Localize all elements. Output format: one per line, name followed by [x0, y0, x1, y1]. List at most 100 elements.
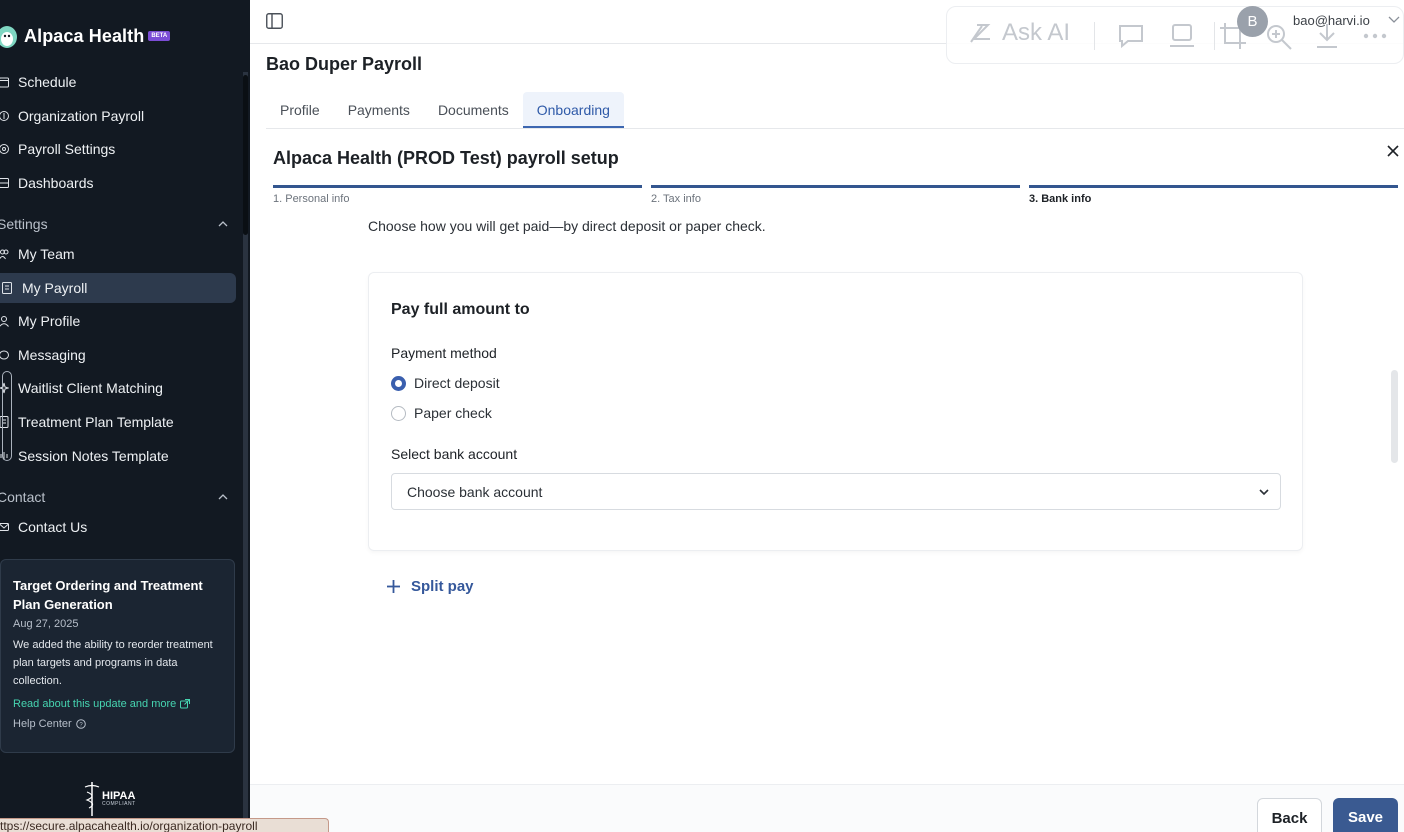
brand-name: Alpaca Health	[24, 25, 145, 46]
update-card: Target Ordering and Treatment Plan Gener…	[0, 559, 235, 753]
zoom-in-icon[interactable]	[1265, 22, 1293, 50]
sidebar-item-schedule[interactable]: Schedule	[0, 67, 236, 97]
chevron-down-icon	[1259, 489, 1269, 496]
sidebar-item-session-notes-template[interactable]: Session Notes Template	[0, 441, 236, 471]
tab-onboarding[interactable]: Onboarding	[522, 92, 624, 128]
update-date: Aug 27, 2025	[13, 618, 79, 630]
sidebar-item-label: My Profile	[18, 313, 81, 329]
toolbar-divider	[1214, 22, 1215, 50]
mail-icon	[0, 523, 9, 531]
split-pay-button[interactable]: Split pay	[386, 578, 474, 595]
sidebar-item-label: Payroll Settings	[18, 141, 116, 157]
main-scrollbar-thumb[interactable]	[1391, 370, 1398, 463]
dashboard-icon	[0, 178, 9, 188]
hipaa-title: HIPAA	[102, 790, 136, 802]
sidebar-scroll-indicator[interactable]	[2, 371, 12, 461]
question-circle-icon: ?	[75, 719, 86, 729]
bank-account-select[interactable]: Choose bank account	[391, 473, 1281, 510]
instruction-text: Choose how you will get paid—by direct d…	[368, 218, 766, 234]
sidebar-item-label: My Payroll	[22, 280, 88, 296]
tab-payments[interactable]: Payments	[334, 92, 424, 128]
sidebar-item-organization-payroll[interactable]: Organization Payroll	[0, 101, 236, 131]
sidebar-item-label: Treatment Plan Template	[18, 414, 174, 430]
sidebar-item-my-team[interactable]: My Team	[0, 239, 236, 269]
radio-label: Paper check	[414, 405, 492, 421]
contact-section-header[interactable]: Contact	[0, 487, 236, 507]
radio-paper-check[interactable]: Paper check	[391, 405, 492, 421]
help-center-label: Help Center	[13, 718, 72, 730]
hipaa-subtitle: COMPLIANT	[102, 801, 136, 807]
chevron-up-icon	[218, 494, 228, 500]
chevron-up-icon	[218, 221, 228, 227]
sidebar-item-label: Contact Us	[18, 519, 88, 535]
tab-documents[interactable]: Documents	[424, 92, 523, 128]
comment-icon[interactable]	[1117, 22, 1145, 50]
receipt-icon	[2, 282, 12, 294]
chevron-down-icon[interactable]	[1388, 16, 1400, 24]
radio-button[interactable]	[391, 405, 406, 421]
hipaa-badge: HIPAA COMPLIANT	[84, 782, 136, 816]
sidebar-scrollbar-thumb[interactable]	[243, 75, 248, 235]
laptop-icon[interactable]	[1168, 22, 1196, 50]
user-avatar[interactable]: B	[1237, 6, 1268, 37]
step-label: 2. Tax info	[651, 193, 701, 205]
step-bank-info: 3. Bank info	[1029, 185, 1398, 205]
beta-badge: BETA	[148, 31, 171, 41]
chat-icon	[0, 350, 9, 360]
radio-button-selected[interactable]	[391, 375, 406, 391]
payment-method-label: Payment method	[391, 345, 497, 361]
external-link-icon	[180, 699, 191, 709]
payment-card: Pay full amount to Payment method Direct…	[368, 272, 1303, 551]
save-button[interactable]: Save	[1333, 798, 1398, 832]
update-link-label: Read about this update and more	[13, 698, 177, 710]
tab-bar: Profile Payments Documents Onboarding	[266, 92, 624, 128]
footer-bar	[250, 784, 1404, 832]
sidebar-item-treatment-plan-template[interactable]: Treatment Plan Template	[0, 407, 236, 437]
sidebar-item-waitlist-client-matching[interactable]: Waitlist Client Matching	[0, 373, 236, 403]
step-label: 3. Bank info	[1029, 193, 1092, 205]
settings-icon	[0, 144, 9, 154]
payroll-icon	[0, 111, 9, 121]
step-tax-info: 2. Tax info	[651, 185, 1020, 205]
sidebar-item-contact-us[interactable]: Contact Us	[0, 512, 236, 542]
bank-account-label: Select bank account	[391, 446, 518, 462]
sidebar-item-dashboards[interactable]: Dashboards	[0, 168, 236, 198]
sidebar: Alpaca Health BETA Schedule Organization…	[0, 0, 250, 832]
step-personal-info: 1. Personal info	[273, 185, 642, 205]
sidebar-item-label: Session Notes Template	[18, 448, 169, 464]
setup-title: Alpaca Health (PROD Test) payroll setup	[273, 148, 619, 168]
sidebar-item-label: Waitlist Client Matching	[18, 380, 163, 396]
plus-icon	[387, 580, 400, 593]
radio-direct-deposit[interactable]: Direct deposit	[391, 375, 500, 391]
sidebar-item-label: Organization Payroll	[18, 108, 145, 124]
bank-account-value: Choose bank account	[407, 484, 543, 500]
settings-section-header[interactable]: Settings	[0, 214, 236, 234]
user-icon	[0, 316, 9, 327]
user-email[interactable]: bao@harvi.io	[1293, 13, 1370, 28]
ask-ai-label: Ask AI	[1002, 19, 1071, 46]
sidebar-item-label: My Team	[18, 246, 75, 262]
sidebar-item-label: Dashboards	[18, 175, 94, 191]
sidebar-toggle-icon[interactable]	[266, 13, 283, 29]
tab-profile[interactable]: Profile	[266, 92, 334, 128]
radio-label: Direct deposit	[414, 375, 500, 391]
sidebar-item-label: Messaging	[18, 347, 86, 363]
ai-wand-icon	[970, 24, 991, 43]
toolbar-divider	[1094, 22, 1095, 50]
sidebar-item-my-payroll[interactable]: My Payroll	[0, 273, 236, 303]
help-center-link[interactable]: Help Center ?	[13, 718, 222, 730]
caduceus-icon	[84, 782, 100, 816]
sidebar-item-payroll-settings[interactable]: Payroll Settings	[0, 134, 236, 164]
brand[interactable]: Alpaca Health BETA	[0, 22, 171, 50]
sidebar-item-label: Schedule	[18, 74, 77, 90]
update-link[interactable]: Read about this update and more	[13, 698, 222, 710]
back-button[interactable]: Back	[1257, 798, 1322, 832]
team-icon	[0, 249, 9, 260]
ask-ai-button[interactable]: Ask AI	[968, 19, 1070, 47]
status-url-tooltip: ttps://secure.alpacahealth.io/organizati…	[0, 818, 329, 832]
alpaca-logo-icon	[0, 26, 17, 48]
close-icon[interactable]	[1386, 144, 1400, 158]
step-progress-bar	[651, 185, 1020, 188]
sidebar-item-my-profile[interactable]: My Profile	[0, 306, 236, 336]
sidebar-item-messaging[interactable]: Messaging	[0, 340, 236, 370]
